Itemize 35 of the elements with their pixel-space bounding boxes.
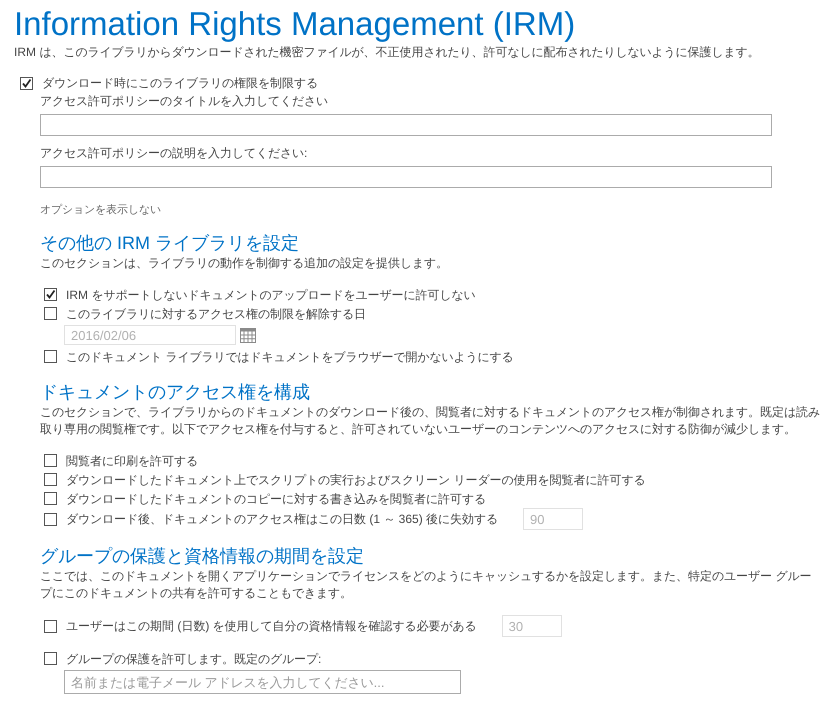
checkbox-label: このライブラリに対するアクセス権の制限を解除する日 — [66, 306, 366, 322]
section-description: このセクションは、ライブラリの動作を制御する追加の設定を提供します。 — [40, 255, 449, 272]
section-description: このセクションで、ライブラリからのドキュメントのダウンロード後の、閲覧者に対するドキュメントのアクセス権が制御されます。既定は読み取り専用の閲覧権です。以下でアクセス権を付与すると、許可されていないユーザーのコンテンツへのアクセスに対する防御が減少します。 — [40, 404, 820, 438]
policy-title-field[interactable] — [40, 114, 772, 136]
section-title: グループの保護と資格情報の期間を設定 — [40, 545, 365, 568]
checkbox[interactable] — [44, 307, 57, 320]
checkbox[interactable] — [44, 288, 57, 301]
people-picker-field[interactable]: 名前または電子メール アドレスを入力してください... — [64, 670, 461, 694]
section-description: ここでは、このドキュメントを開くアプリケーションでライセンスをどのようにキャッシュするかを設定します。また、特定のユーザー グループにこのドキュメントの共有を許可することもできます。 — [40, 568, 812, 602]
checkbox-label: 閲覧者に印刷を許可する — [66, 452, 198, 470]
checkbox-label: IRM をサポートしないドキュメントのアップロードをユーザーに許可しない — [66, 286, 476, 304]
checkbox[interactable] — [44, 350, 57, 363]
hide-options-link[interactable]: オプションを表示しない — [40, 202, 161, 217]
field-label: アクセス許可ポリシーのタイトルを入力してください — [40, 93, 329, 110]
checkbox-label: ダウンロードしたドキュメントのコピーに対する書き込みを閲覧者に許可する — [66, 490, 486, 508]
checkbox-label: ユーザーはこの期間 (日数) を使用して自分の資格情報を確認する必要がある — [66, 618, 477, 635]
page-title: Information Rights Management (IRM) — [14, 4, 576, 44]
calendar-icon[interactable] — [240, 327, 256, 343]
page-description: IRM は、このライブラリからダウンロードされた機密ファイルが、不正使用されたり、許可なしに配布されたりしないように保護します。 — [14, 44, 760, 60]
checkbox-label: ダウンロードしたドキュメント上でスクリプトの実行およびスクリーン リーダーの使用を閲覧者に許可する — [66, 472, 646, 488]
field-label: アクセス許可ポリシーの説明を入力してください: — [40, 145, 308, 162]
checkbox[interactable] — [44, 652, 57, 665]
checkbox[interactable] — [44, 454, 57, 467]
checkbox-label: グループの保護を許可します。既定のグループ: — [66, 650, 322, 668]
checkbox-label: このドキュメント ライブラリではドキュメントをブラウザーで開かないようにする — [66, 348, 514, 366]
checkbox-label: ダウンロード後、ドキュメントのアクセス権はこの日数 (1 ～ 365) 後に失効する — [66, 511, 498, 528]
checkbox-label: ダウンロード時にこのライブラリの権限を制限する — [42, 75, 318, 92]
policy-description-field[interactable] — [40, 166, 772, 188]
checkbox[interactable] — [44, 512, 57, 526]
section-title: その他の IRM ライブラリを設定 — [40, 232, 300, 255]
checkbox[interactable] — [44, 473, 57, 486]
checkbox[interactable] — [20, 76, 33, 90]
checkbox[interactable] — [44, 492, 57, 505]
checkbox[interactable] — [44, 620, 57, 632]
section-title: ドキュメントのアクセス権を構成 — [40, 381, 311, 404]
